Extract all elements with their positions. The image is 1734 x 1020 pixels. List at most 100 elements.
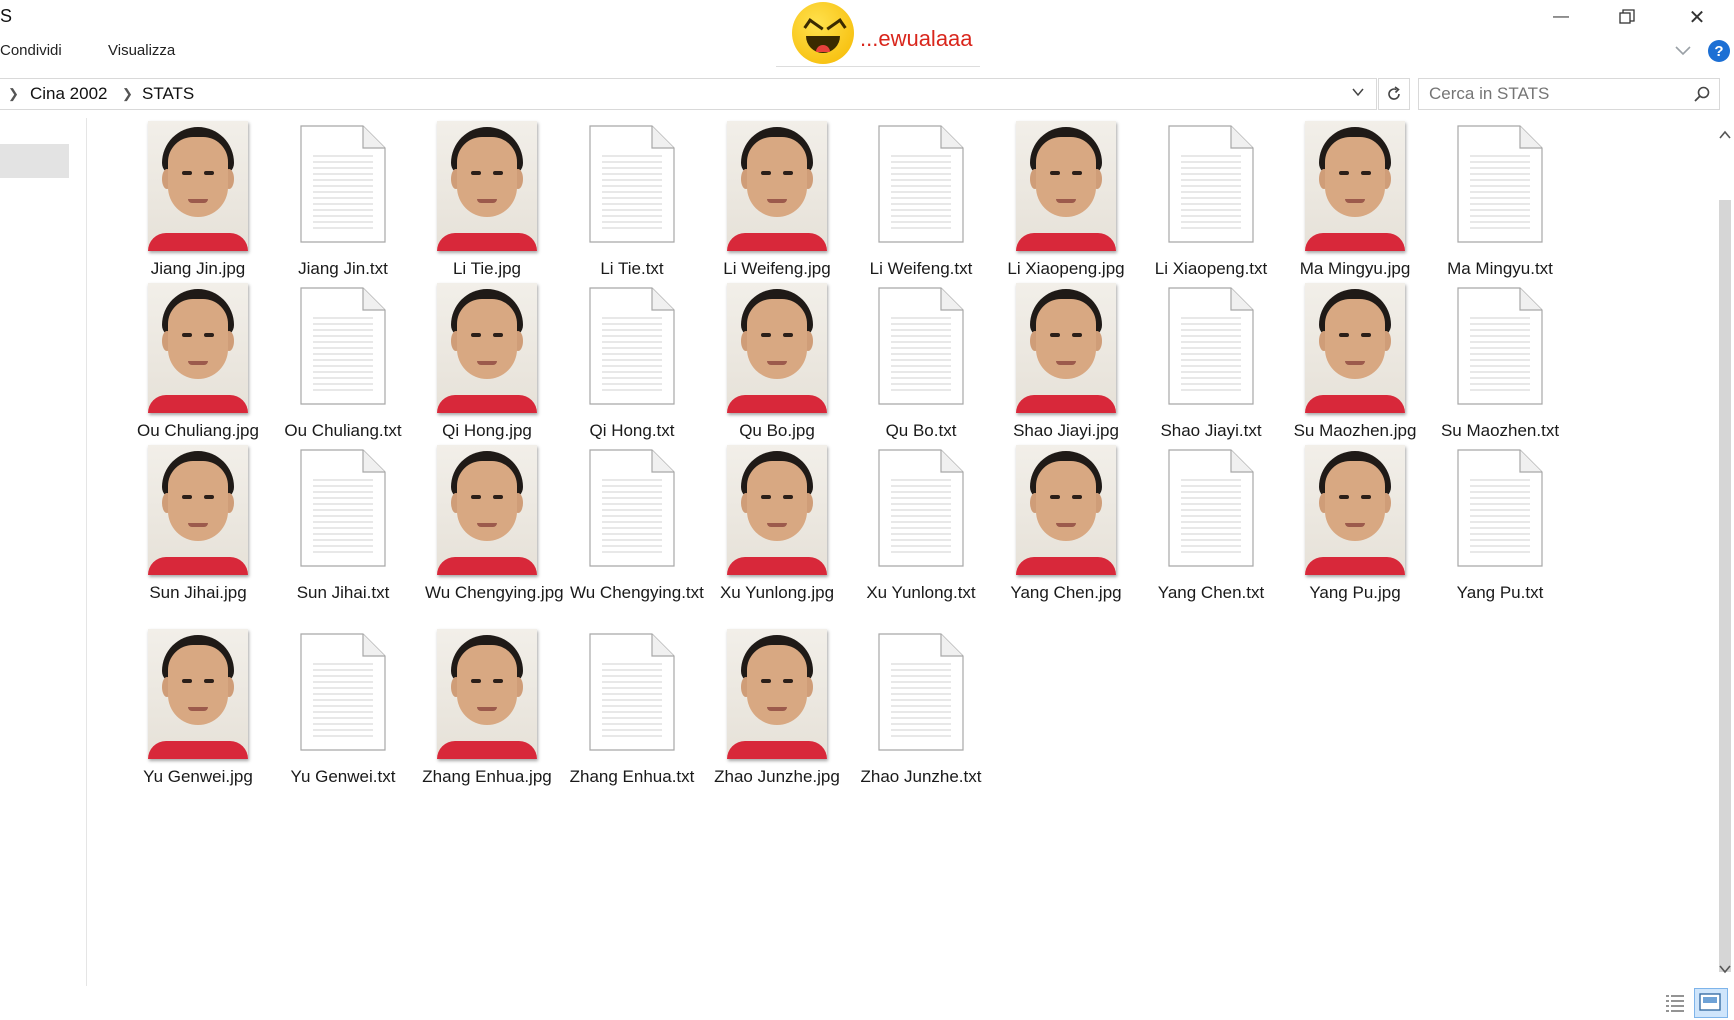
file-item-text[interactable]: Wu Chengying.txt [552,442,712,614]
navigation-pane[interactable] [0,118,87,986]
file-item-text[interactable]: Yang Chen.txt [1131,442,1291,614]
file-item-image[interactable]: Zhang Enhua.jpg [407,626,567,798]
scroll-up-icon[interactable] [1718,128,1732,142]
scrollbar-thumb[interactable] [1719,200,1731,972]
watermark-text: ...ewualaaa [860,26,973,51]
file-item-image[interactable]: Yang Chen.jpg [986,442,1146,614]
file-item-text[interactable]: Xu Yunlong.txt [841,442,1001,614]
details-view-icon[interactable] [1664,992,1686,1014]
search-input[interactable] [1427,83,1681,105]
window-title: S [0,6,13,26]
file-name-label: Yu Genwei.txt [290,767,396,786]
file-item-text[interactable]: Zhang Enhua.txt [552,626,712,798]
help-button[interactable]: ? [1708,40,1730,62]
restore-button[interactable] [1602,0,1652,34]
file-item-image[interactable]: Sun Jihai.jpg [118,442,278,614]
file-item-text[interactable]: Li Tie.txt [552,118,712,290]
file-item-text[interactable]: Jiang Jin.txt [263,118,423,290]
file-item-image[interactable]: Wu Chengying.jpg [407,442,567,614]
file-item-image[interactable]: Jiang Jin.jpg [118,118,278,290]
file-item-text[interactable]: Yu Genwei.txt [263,626,423,798]
file-item-text[interactable]: Li Weifeng.txt [841,118,1001,290]
file-name-label: Yang Chen.txt [1157,583,1265,602]
breadcrumb-stats[interactable]: STATS [142,84,194,104]
search-box[interactable] [1418,78,1720,110]
tab-visualizza[interactable]: Visualizza [108,42,175,59]
file-grid[interactable]: Jiang Jin.jpg Jiang Jin.txt Li Tie.jpg Li T… [118,118,1708,978]
file-name-label: Li Xiaopeng.txt [1154,259,1268,278]
file-item-image[interactable]: Ma Mingyu.jpg [1275,118,1435,290]
minimize-button[interactable]: — [1536,0,1586,34]
file-name-label: Yang Chen.jpg [1010,583,1122,602]
file-item-text[interactable]: Yang Pu.txt [1420,442,1580,614]
photo-thumbnail [1016,283,1116,413]
file-item-text[interactable]: Ou Chuliang.txt [263,280,423,452]
refresh-icon [1388,86,1400,100]
file-item-text[interactable]: Shao Jiayi.txt [1131,280,1291,452]
file-name-label: Zhao Junzhe.txt [860,767,982,786]
search-icon[interactable] [1693,85,1711,103]
file-item-text[interactable]: Qu Bo.txt [841,280,1001,452]
file-item-image[interactable]: Shao Jiayi.jpg [986,280,1146,452]
file-item-text[interactable]: Ma Mingyu.txt [1420,118,1580,290]
file-item-image[interactable]: Yu Genwei.jpg [118,626,278,798]
photo-thumbnail [1016,121,1116,251]
file-name-label: Su Maozhen.txt [1440,421,1560,440]
refresh-button[interactable] [1378,78,1410,110]
vertical-scrollbar[interactable] [1716,118,1734,986]
file-item-image[interactable]: Zhao Junzhe.jpg [697,626,857,798]
address-bar[interactable]: ❯ Cina 2002 ❯ STATS [0,78,1377,110]
text-document-icon [586,448,678,570]
file-name-label: Jiang Jin.txt [298,259,388,278]
close-button[interactable]: ✕ [1672,0,1722,34]
status-bar [0,986,1734,1019]
collapse-ribbon-icon[interactable] [1672,40,1694,60]
file-name-label: Qu Bo.txt [885,421,957,440]
crumb-separator-icon[interactable]: ❯ [122,86,133,102]
file-name-label: Jiang Jin.jpg [150,259,246,278]
restore-icon [1619,9,1635,24]
navigation-selected-item[interactable] [0,144,69,178]
file-item-text[interactable]: Su Maozhen.txt [1420,280,1580,452]
photo-thumbnail [148,629,248,759]
file-item-text[interactable]: Li Xiaopeng.txt [1131,118,1291,290]
text-document-icon [875,632,967,754]
file-item-image[interactable]: Li Xiaopeng.jpg [986,118,1146,290]
file-item-image[interactable]: Li Weifeng.jpg [697,118,857,290]
file-name-label: Li Tie.jpg [452,259,522,278]
scroll-down-icon[interactable] [1718,962,1732,976]
file-item-text[interactable]: Sun Jihai.txt [263,442,423,614]
file-name-label: Li Weifeng.txt [869,259,973,278]
tab-condividi[interactable]: Condividi [0,42,62,59]
photo-thumbnail [1016,445,1116,575]
file-name-label: Zhang Enhua.txt [569,767,695,786]
watermark: ...ewualaaa [776,0,980,67]
file-item-image[interactable]: Li Tie.jpg [407,118,567,290]
file-item-image[interactable]: Xu Yunlong.jpg [697,442,857,614]
large-icons-view-icon [1699,993,1721,1011]
file-item-text[interactable]: Zhao Junzhe.txt [841,626,1001,798]
file-item-image[interactable]: Qu Bo.jpg [697,280,857,452]
file-item-image[interactable]: Yang Pu.jpg [1275,442,1435,614]
photo-thumbnail [727,629,827,759]
file-item-image[interactable]: Su Maozhen.jpg [1275,280,1435,452]
photo-thumbnail [727,283,827,413]
photo-thumbnail [437,629,537,759]
file-name-label: Yang Pu.txt [1456,583,1544,602]
crumb-separator-icon[interactable]: ❯ [8,86,19,102]
file-name-label: Wu Chengying.txt [570,583,704,602]
text-document-icon [297,286,389,408]
text-document-icon [1165,448,1257,570]
large-icons-view-button[interactable] [1694,988,1728,1018]
file-item-image[interactable]: Ou Chuliang.jpg [118,280,278,452]
address-history-dropdown-icon[interactable] [1352,86,1364,98]
close-icon: ✕ [1688,6,1706,29]
breadcrumb-cina-2002[interactable]: Cina 2002 [30,84,108,104]
file-name-label: Qi Hong.txt [589,421,675,440]
file-name-label: Ma Mingyu.txt [1447,259,1553,278]
file-name-label: Li Weifeng.jpg [723,259,831,278]
file-item-image[interactable]: Qi Hong.jpg [407,280,567,452]
file-name-label: Zhao Junzhe.jpg [714,767,840,786]
laughing-emoji-icon [792,2,854,64]
file-item-text[interactable]: Qi Hong.txt [552,280,712,452]
